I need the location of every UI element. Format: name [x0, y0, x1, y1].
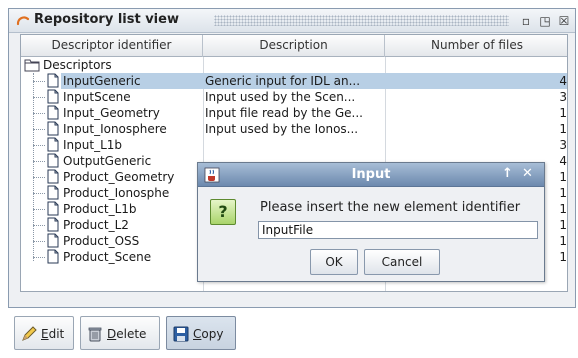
tree-connector: [33, 193, 45, 194]
edit-button[interactable]: Edit: [14, 316, 74, 350]
document-icon: [47, 153, 59, 168]
dialog-message: Please insert the new element identifier: [260, 200, 521, 215]
cell-identifier: InputScene: [63, 90, 131, 104]
document-icon: [47, 89, 59, 104]
cell-description: [203, 137, 385, 153]
cell-description: Generic input for IDL an...: [203, 73, 385, 89]
close-icon[interactable]: ☒: [556, 13, 572, 29]
cancel-button[interactable]: Cancel: [364, 249, 440, 275]
pin-icon[interactable]: ↑: [502, 166, 513, 181]
cell-file-count: 3: [559, 138, 567, 152]
save-disk-icon: [173, 326, 189, 342]
spinner-icon: [16, 16, 30, 26]
document-icon: [47, 137, 59, 152]
document-icon: [47, 201, 59, 216]
edit-mnemonic: E: [41, 327, 49, 341]
document-icon: [47, 73, 59, 88]
document-icon: [47, 233, 59, 248]
table-row[interactable]: Input_Ionosphere Input used by the Ionos.…: [21, 121, 567, 137]
cell-identifier: InputGeneric: [61, 73, 203, 89]
cell-identifier: Product_L1b: [63, 202, 137, 216]
cell-identifier: Product_OSS: [63, 234, 140, 248]
document-icon: [47, 185, 59, 200]
dialog-titlebar[interactable]: Input ↑ ✕: [198, 163, 544, 187]
cell-file-count: 3: [559, 90, 567, 104]
tree-connector: [33, 225, 45, 226]
pencil-icon: [22, 326, 37, 341]
tree-connector: [33, 97, 45, 98]
edit-label: dit: [48, 327, 65, 341]
input-dialog: Input ↑ ✕ ? Please insert the new elemen…: [197, 162, 545, 282]
tree-connector: [33, 209, 45, 210]
cell-identifier: Product_Ionosphe: [63, 186, 170, 200]
copy-label: opy: [201, 327, 224, 341]
titlebar-texture: [214, 15, 509, 26]
delete-label: elete: [116, 327, 147, 341]
document-icon: [47, 105, 59, 120]
column-header-identifier[interactable]: Descriptor identifier: [21, 35, 203, 57]
tree-root-row[interactable]: Descriptors: [21, 57, 567, 73]
column-header-description[interactable]: Description: [203, 35, 385, 57]
dialog-close-icon[interactable]: ✕: [522, 166, 533, 181]
tree-connector: [33, 241, 45, 242]
table-row[interactable]: InputScene Input used by the Scen... 3: [21, 89, 567, 105]
table-row[interactable]: Input_Geometry Input file read by the Ge.…: [21, 105, 567, 121]
delete-mnemonic: D: [107, 327, 117, 341]
iconify-icon[interactable]: ▫: [518, 13, 534, 29]
cell-identifier: Input_L1b: [63, 138, 123, 152]
dialog-title: Input: [351, 167, 391, 182]
cell-file-count: 1: [559, 122, 567, 136]
frame-titlebar[interactable]: Repository list view ▫ ◳ ☒: [9, 9, 575, 33]
cell-description: Input used by the Ionos...: [205, 122, 359, 136]
tree-connector: [33, 177, 45, 178]
tree-connector: [33, 129, 45, 130]
document-icon: [47, 121, 59, 136]
frame-title: Repository list view: [34, 12, 179, 27]
cell-identifier: Input_Geometry: [63, 106, 160, 120]
trash-icon: [88, 327, 102, 342]
copy-button[interactable]: Copy: [166, 316, 236, 350]
tree-connector: [33, 161, 45, 162]
document-icon: [47, 217, 59, 232]
cell-identifier: Product_L2: [63, 218, 129, 232]
maximize-icon[interactable]: ◳: [537, 13, 553, 29]
cell-identifier: Input_Ionosphere: [63, 122, 167, 136]
tree-root-label: Descriptors: [43, 58, 112, 72]
tree-connector: [33, 81, 45, 82]
ok-button[interactable]: OK: [310, 249, 358, 275]
document-icon: [47, 169, 59, 184]
tree-connector: [33, 113, 45, 114]
table-row[interactable]: InputGeneric Generic input for IDL an... 4: [21, 73, 567, 89]
cell-identifier: Product_Geometry: [63, 170, 175, 184]
identifier-input[interactable]: [258, 221, 538, 239]
cell-identifier: Product_Scene: [63, 250, 152, 264]
column-header-file-count[interactable]: Number of files: [385, 35, 567, 57]
folder-icon: [24, 59, 40, 72]
question-icon: ?: [210, 199, 236, 225]
tree-connector: [33, 145, 45, 146]
table-header: Descriptor identifier Description Number…: [21, 35, 567, 57]
delete-button[interactable]: Delete: [80, 316, 160, 350]
cell-identifier: OutputGeneric: [63, 154, 152, 168]
cell-description: Input used by the Scen...: [205, 90, 356, 104]
document-icon: [47, 249, 59, 264]
cell-file-count: 4: [385, 73, 567, 89]
table-row[interactable]: Input_L1b 3: [21, 137, 567, 153]
tree-connector: [33, 257, 45, 258]
cell-description: Input file read by the Ge...: [205, 106, 363, 120]
cell-file-count: 1: [559, 106, 567, 120]
